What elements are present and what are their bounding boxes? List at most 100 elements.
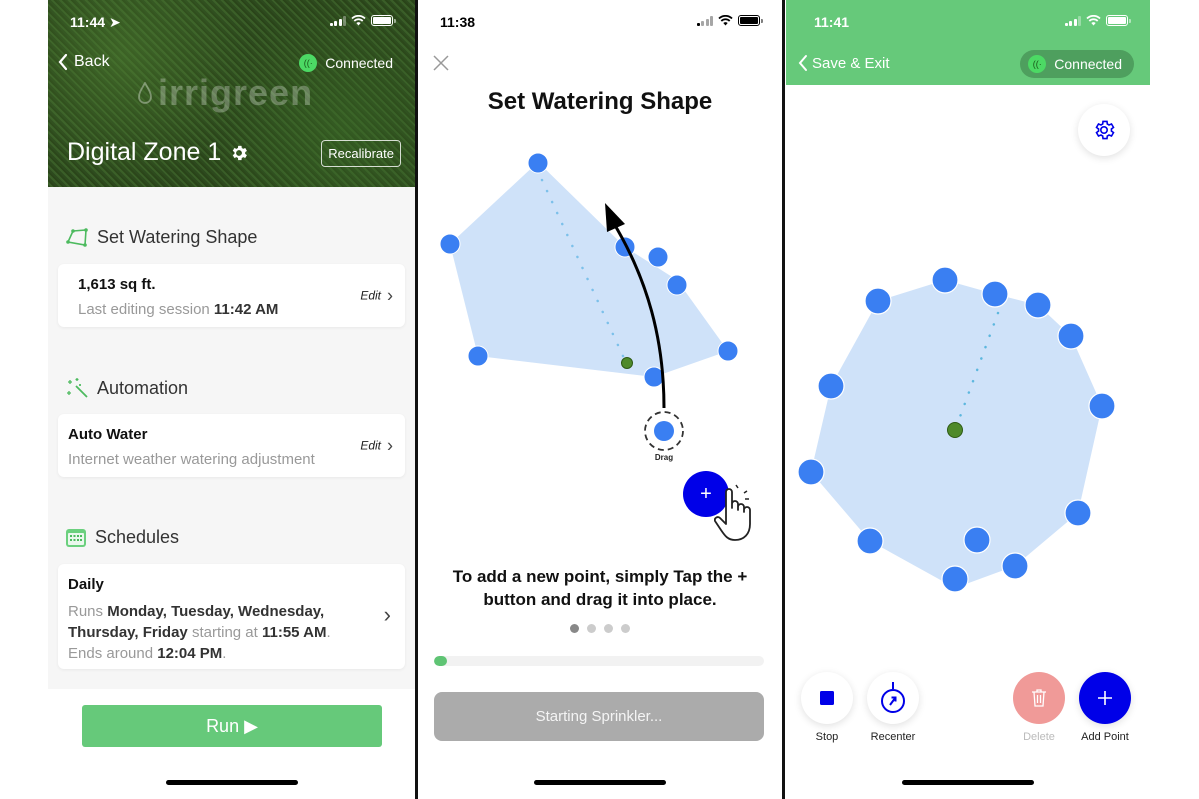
settings-button[interactable]	[1078, 104, 1130, 156]
connection-label: Connected	[1054, 56, 1122, 72]
app-screens: 11:44 ➤ Back ((· Connected irrigreen Dig…	[0, 0, 1199, 799]
shape-point[interactable]	[717, 340, 739, 362]
polygon-shape-icon	[66, 227, 88, 247]
shape-point[interactable]	[817, 372, 845, 400]
tutorial-screen: 11:38 Set Watering Shape Drag + To add a…	[418, 0, 782, 799]
starting-sprinkler-button[interactable]: Starting Sprinkler...	[434, 692, 764, 741]
save-exit-label: Save & Exit	[812, 54, 890, 72]
shape-point[interactable]	[527, 152, 549, 174]
chevron-left-icon	[58, 53, 68, 71]
shape-point[interactable]	[931, 266, 959, 294]
divider	[782, 0, 785, 799]
edit-automation-button[interactable]: Edit ›	[360, 435, 393, 456]
page-dot[interactable]	[570, 624, 579, 633]
shape-point[interactable]	[1024, 291, 1052, 319]
schedule-title: Daily	[68, 576, 104, 593]
edit-shape-button[interactable]: Edit ›	[360, 285, 393, 306]
recenter-button[interactable]	[867, 672, 919, 724]
page-title: Set Watering Shape	[487, 88, 713, 115]
shape-point[interactable]	[1057, 322, 1085, 350]
stop-tool: Stop	[801, 672, 853, 743]
shape-card[interactable]: 1,613 sq ft. Last editing session 11:42 …	[58, 264, 405, 327]
wifi-icon	[351, 15, 366, 26]
run-button[interactable]: Run ▶	[82, 705, 382, 747]
section-heading-automation: Automation	[65, 377, 188, 399]
shape-point[interactable]	[797, 458, 825, 486]
battery-icon	[1106, 15, 1131, 26]
last-session: Last editing session 11:42 AM	[78, 301, 279, 318]
shape-point[interactable]	[941, 565, 969, 593]
close-icon	[433, 55, 449, 71]
shape-point[interactable]	[614, 236, 636, 258]
automation-card[interactable]: Auto Water Internet weather watering adj…	[58, 414, 405, 477]
close-button[interactable]	[432, 54, 450, 72]
shape-point[interactable]	[647, 246, 669, 268]
shape-point[interactable]	[1064, 499, 1092, 527]
home-indicator	[534, 780, 666, 785]
shape-point[interactable]	[439, 233, 461, 255]
water-drop-icon	[138, 82, 152, 104]
shape-point[interactable]	[467, 345, 489, 367]
header-bar: 11:41 Save & Exit ((· Connected	[786, 0, 1150, 85]
area-value: 1,613 sq ft.	[78, 276, 156, 293]
chevron-right-icon: ›	[387, 285, 393, 305]
shape-fill	[450, 162, 728, 377]
zone-name: Digital Zone 1	[67, 138, 222, 166]
sprinkler-center	[621, 357, 633, 369]
status-time: 11:41	[814, 14, 850, 30]
home-indicator	[902, 780, 1034, 785]
shape-point[interactable]	[864, 287, 892, 315]
status-time: 11:44 ➤	[70, 14, 121, 30]
section-heading-shape: Set Watering Shape	[65, 227, 257, 248]
magic-wand-icon	[67, 378, 88, 398]
chevron-right-icon: ›	[387, 435, 393, 455]
battery-icon	[371, 15, 396, 26]
progress-bar	[434, 656, 764, 666]
add-point-label: Add Point	[1081, 731, 1129, 743]
signal-waves-icon: ((·	[299, 54, 318, 72]
chevron-right-icon[interactable]: ›	[384, 602, 391, 628]
chevron-left-icon	[798, 55, 807, 71]
stop-button[interactable]	[801, 672, 853, 724]
signal-icon	[696, 15, 713, 26]
schedule-card[interactable]: Daily Runs Monday, Tuesday, Wednesday, T…	[58, 564, 405, 669]
connection-label: Connected	[325, 55, 393, 71]
page-indicator[interactable]	[418, 624, 782, 633]
recalibrate-button[interactable]: Recalibrate	[321, 140, 401, 167]
gear-icon	[1095, 120, 1115, 140]
shape-point[interactable]	[666, 274, 688, 296]
shape-point[interactable]	[1088, 392, 1116, 420]
shape-point[interactable]	[856, 527, 884, 555]
shape-point[interactable]	[963, 526, 991, 554]
trash-icon	[1032, 689, 1046, 707]
battery-icon	[738, 15, 763, 26]
back-button[interactable]: Back	[58, 53, 110, 71]
zone-settings: Set Watering Shape 1,613 sq ft. Last edi…	[48, 187, 415, 689]
heading-text: Schedules	[95, 527, 180, 547]
shape-point[interactable]	[981, 280, 1009, 308]
page-dot[interactable]	[587, 624, 596, 633]
recenter-label: Recenter	[870, 731, 916, 743]
signal-icon	[329, 15, 346, 26]
add-point-button[interactable]	[1079, 672, 1131, 724]
arrow-head-icon	[605, 203, 625, 232]
watering-shape-editor[interactable]	[786, 250, 1150, 610]
signal-waves-icon: ((·	[1028, 55, 1047, 73]
recenter-tool: Recenter	[867, 672, 919, 743]
connection-status: ((· Connected	[1020, 50, 1134, 78]
signal-icon	[1064, 15, 1081, 26]
heading-text: Set Watering Shape	[97, 227, 258, 247]
page-dot[interactable]	[621, 624, 630, 633]
save-exit-button[interactable]: Save & Exit	[798, 54, 890, 72]
status-time: 11:38	[440, 14, 476, 30]
shape-point[interactable]	[1001, 552, 1029, 580]
home-indicator	[165, 780, 298, 785]
gear-icon[interactable]	[229, 143, 249, 163]
delete-button[interactable]	[1013, 672, 1065, 724]
drag-point[interactable]	[654, 421, 674, 441]
status-bar: 11:41	[786, 0, 1150, 44]
page-dot[interactable]	[604, 624, 613, 633]
progress-fill	[434, 656, 448, 666]
hero-header: 11:44 ➤ Back ((· Connected irrigreen Dig…	[48, 0, 415, 187]
calendar-icon	[66, 528, 86, 547]
